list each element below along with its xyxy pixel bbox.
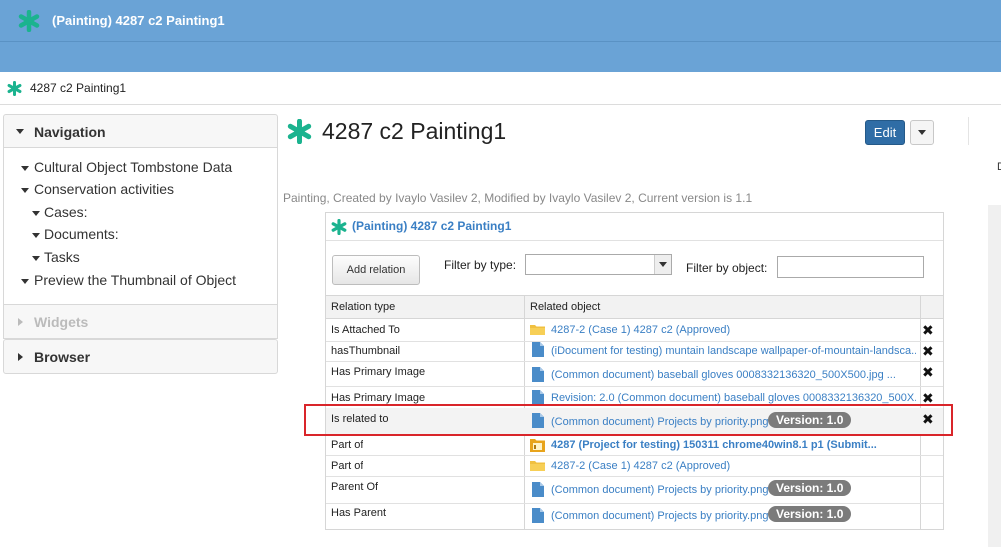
filter-type-label: Filter by type: [444,258,517,272]
document-icon [532,342,544,357]
row-divider [326,455,943,456]
remove-relation-icon[interactable]: ✖ [922,364,934,381]
related-object-link[interactable]: 4287 (Project for testing) 150311 chrome… [551,439,916,451]
page-title: 4287 c2 Painting1 [322,118,507,144]
project-icon [530,439,545,452]
right-column [988,205,1001,547]
expand-icon [32,233,40,238]
highlight-box [304,404,953,436]
relation-type: Has Parent [331,507,387,519]
dropdown-arrow [654,255,671,274]
folder-icon [530,461,545,471]
chevron-down-icon [918,130,926,135]
row-divider [326,476,943,477]
expand-right-icon [18,318,23,326]
filter-object-input[interactable] [777,256,924,278]
expand-icon [21,279,29,284]
relation-type: hasThumbnail [331,345,401,357]
top-header: (Painting) 4287 c2 Painting1 [0,0,1001,42]
add-relation-button[interactable]: Add relation [332,255,420,285]
nav-item-cases[interactable]: Cases: [44,204,88,220]
toolbar-strip [0,42,1001,72]
side-letter: D [997,161,1001,173]
relation-type: Parent Of [331,481,379,493]
chevron-down-icon [659,262,667,267]
column-header-relation-type[interactable]: Relation type [331,301,395,313]
column-header-related-object[interactable]: Related object [530,301,600,313]
filter-object-label: Filter by object: [686,261,768,275]
relation-type: Is Attached To [331,324,400,336]
object-meta: Painting, Created by Ivaylo Vasilev 2, M… [283,191,753,205]
asterisk-icon [331,219,347,235]
related-object-link[interactable]: (Common document) Projects by priority.p… [551,510,771,522]
expand-icon [32,211,40,216]
related-object-link[interactable]: 4287-2 (Case 1) 4287 c2 (Approved) [551,324,916,336]
remove-relation-icon[interactable]: ✖ [922,343,934,360]
expand-icon [32,256,40,261]
expand-icon [21,166,29,171]
relation-type: Part of [331,460,364,472]
relations-title[interactable]: (Painting) 4287 c2 Painting1 [352,219,511,233]
more-actions-button[interactable] [910,120,934,145]
navigation-tree: Cultural Object Tombstone Data Conservat… [3,148,278,304]
breadcrumb: 4287 c2 Painting1 [0,72,1001,105]
filter-type-select[interactable] [525,254,672,275]
relation-type: Part of [331,439,364,451]
version-badge: Version: 1.0 [768,506,852,522]
version-badge: Version: 1.0 [768,480,852,496]
relation-type: Has Primary Image [331,366,426,378]
nav-item-tasks[interactable]: Tasks [44,249,80,265]
row-divider [326,503,943,504]
row-divider [326,341,943,342]
collapse-icon [16,129,24,134]
related-object-link[interactable]: 4287-2 (Case 1) 4287 c2 (Approved) [551,460,916,472]
remove-relation-icon[interactable]: ✖ [922,322,934,339]
row-divider [326,361,943,362]
expand-right-icon [18,353,23,361]
document-icon [532,390,544,405]
header-title: (Painting) 4287 c2 Painting1 [52,13,225,28]
widgets-title: Widgets [34,314,89,330]
nav-item-documents[interactable]: Documents: [44,226,119,242]
navigation-panel-header[interactable]: Navigation [3,114,278,148]
edit-button[interactable]: Edit [865,120,905,145]
asterisk-icon [287,119,312,144]
expand-icon [21,188,29,193]
nav-item-conservation[interactable]: Conservation activities [34,181,174,197]
related-object-link[interactable]: Revision: 2.0 (Common document) baseball… [551,392,916,404]
browser-panel-header[interactable]: Browser [3,339,278,374]
divider [968,117,969,145]
asterisk-icon [7,81,22,96]
widgets-panel-header[interactable]: Widgets [3,304,278,339]
asterisk-logo-icon [18,10,40,32]
related-object-link[interactable]: (iDocument for testing) muntain landscap… [551,345,916,357]
table-header [326,295,943,319]
document-icon [532,508,544,523]
document-icon [532,367,544,382]
related-object-link[interactable]: (Common document) Projects by priority.p… [551,484,771,496]
row-divider [326,386,943,387]
related-object-link[interactable]: (Common document) baseball gloves 000833… [551,369,916,381]
relation-type: Has Primary Image [331,392,426,404]
folder-icon [530,325,545,335]
document-icon [532,482,544,497]
browser-title: Browser [34,349,91,365]
breadcrumb-label[interactable]: 4287 c2 Painting1 [30,81,126,95]
navigation-title: Navigation [34,124,106,140]
nav-item-thumbnail[interactable]: Preview the Thumbnail of Object [34,272,236,288]
nav-item-tombstone[interactable]: Cultural Object Tombstone Data [34,159,232,175]
